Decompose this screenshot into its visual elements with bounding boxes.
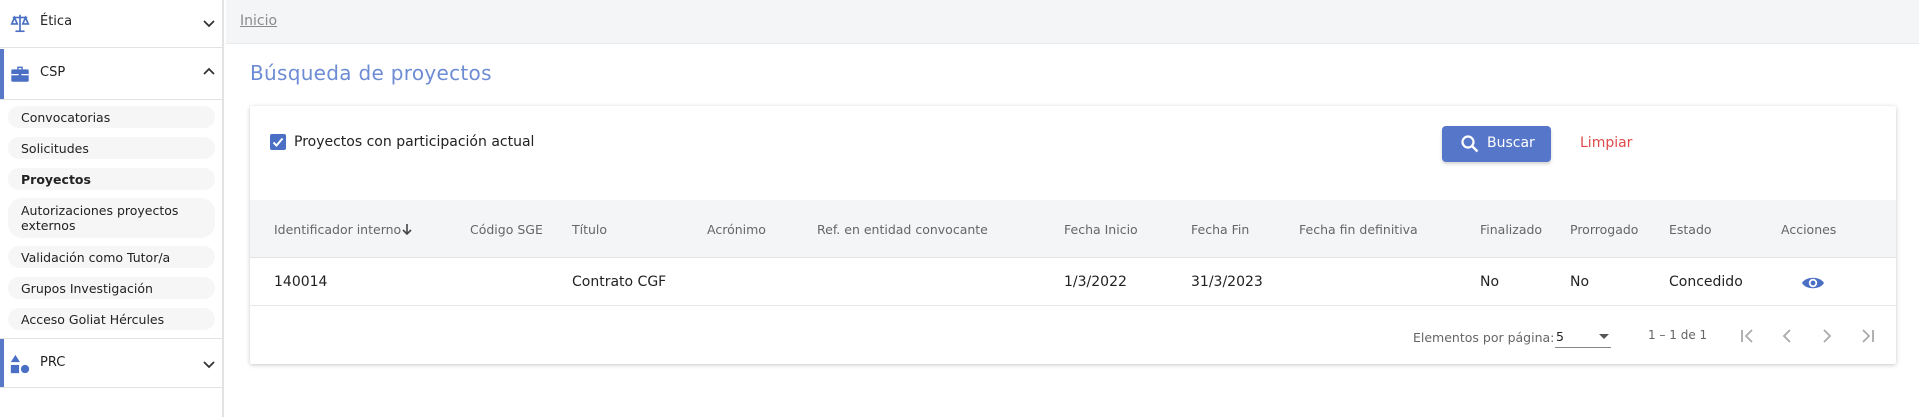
- clear-button[interactable]: Limpiar: [1580, 135, 1632, 151]
- sidebar-item-label: Solicitudes: [21, 140, 89, 156]
- scale-icon: [10, 14, 30, 33]
- previous-page-icon[interactable]: [1776, 325, 1798, 347]
- page-size-select[interactable]: 5: [1555, 326, 1611, 348]
- column-header-fecha-fin[interactable]: Fecha Fin: [1191, 222, 1249, 237]
- column-header-acronimo[interactable]: Acrónimo: [707, 222, 766, 237]
- column-header-identificador[interactable]: Identificador interno: [274, 222, 401, 237]
- column-header-acciones: Acciones: [1781, 222, 1837, 237]
- page-size-value: 5: [1556, 329, 1564, 344]
- column-header-finalizado[interactable]: Finalizado: [1480, 222, 1542, 237]
- sidebar-section-prc[interactable]: PRC: [0, 338, 222, 388]
- participation-checkbox[interactable]: [270, 134, 286, 150]
- sidebar: Ética CSP Convocatorias Solicitudes Proy…: [0, 0, 224, 417]
- sidebar-item-label: Validación como Tutor/a: [21, 249, 171, 265]
- cell-titulo: Contrato CGF: [572, 274, 667, 290]
- sidebar-item-solicitudes[interactable]: Solicitudes: [8, 137, 215, 159]
- last-page-icon[interactable]: [1856, 325, 1878, 347]
- sidebar-item-autorizaciones[interactable]: Autorizaciones proyectos externos: [8, 198, 215, 238]
- cell-prorrogado: No: [1570, 274, 1590, 290]
- column-header-codigo-sge[interactable]: Código SGE: [470, 222, 543, 237]
- active-indicator: [0, 339, 4, 387]
- chevron-down-icon: [203, 361, 215, 369]
- search-button-label: Buscar: [1487, 135, 1535, 151]
- search-button[interactable]: Buscar: [1442, 126, 1551, 162]
- cell-identificador: 140014: [274, 274, 328, 290]
- active-indicator: [0, 49, 4, 99]
- cell-fecha-inicio: 1/3/2022: [1064, 274, 1127, 290]
- items-per-page-label: Elementos por página:: [1413, 330, 1555, 345]
- sort-arrow-down-icon[interactable]: [401, 223, 413, 235]
- column-header-prorrogado[interactable]: Prorrogado: [1570, 222, 1638, 237]
- breadcrumb-home-link[interactable]: Inicio: [240, 13, 277, 29]
- sidebar-item-label: Convocatorias: [21, 109, 111, 125]
- briefcase-icon: [11, 66, 29, 82]
- sidebar-item-label: Acceso Goliat Hércules: [21, 311, 165, 327]
- sidebar-item-grupos-investigacion[interactable]: Grupos Investigación: [8, 277, 215, 299]
- column-header-estado[interactable]: Estado: [1669, 222, 1712, 237]
- cell-estado: Concedido: [1669, 274, 1743, 290]
- chevron-down-icon: [203, 20, 215, 28]
- participation-checkbox-label: Proyectos con participación actual: [294, 134, 535, 150]
- caret-down-icon: [1599, 334, 1609, 339]
- sidebar-item-validacion-tutor[interactable]: Validación como Tutor/a: [8, 246, 215, 268]
- column-header-fecha-fin-definitiva[interactable]: Fecha fin definitiva: [1299, 222, 1418, 237]
- next-page-icon[interactable]: [1816, 325, 1838, 347]
- search-icon: [1461, 135, 1479, 153]
- page-range-label: 1 – 1 de 1: [1648, 328, 1708, 342]
- sidebar-section-label: Ética: [40, 14, 73, 29]
- breadcrumb-bar: [226, 0, 1919, 44]
- sidebar-item-label: Autorizaciones proyectos externos: [21, 203, 179, 233]
- row-divider: [250, 305, 1896, 306]
- sidebar-item-proyectos[interactable]: Proyectos: [8, 168, 215, 190]
- sidebar-item-label: Grupos Investigación: [21, 280, 153, 296]
- sidebar-item-convocatorias[interactable]: Convocatorias: [8, 106, 215, 128]
- page-title: Búsqueda de proyectos: [250, 61, 492, 85]
- cell-fecha-fin: 31/3/2023: [1191, 274, 1263, 290]
- cell-finalizado: No: [1480, 274, 1500, 290]
- column-header-fecha-inicio[interactable]: Fecha Inicio: [1064, 222, 1138, 237]
- sidebar-item-acceso-goliat[interactable]: Acceso Goliat Hércules: [8, 308, 215, 330]
- chevron-up-icon: [203, 67, 215, 75]
- column-header-ref-entidad[interactable]: Ref. en entidad convocante: [817, 222, 988, 237]
- first-page-icon[interactable]: [1737, 325, 1759, 347]
- sidebar-item-label: Proyectos: [21, 171, 91, 187]
- view-icon[interactable]: [1801, 274, 1825, 292]
- shapes-icon: [10, 354, 30, 374]
- sidebar-section-label: CSP: [40, 65, 66, 80]
- sidebar-section-label: PRC: [40, 355, 66, 370]
- sidebar-section-csp[interactable]: CSP: [0, 49, 222, 100]
- check-icon: [272, 137, 284, 147]
- column-header-titulo[interactable]: Título: [572, 222, 607, 237]
- sidebar-section-etica[interactable]: Ética: [0, 0, 222, 48]
